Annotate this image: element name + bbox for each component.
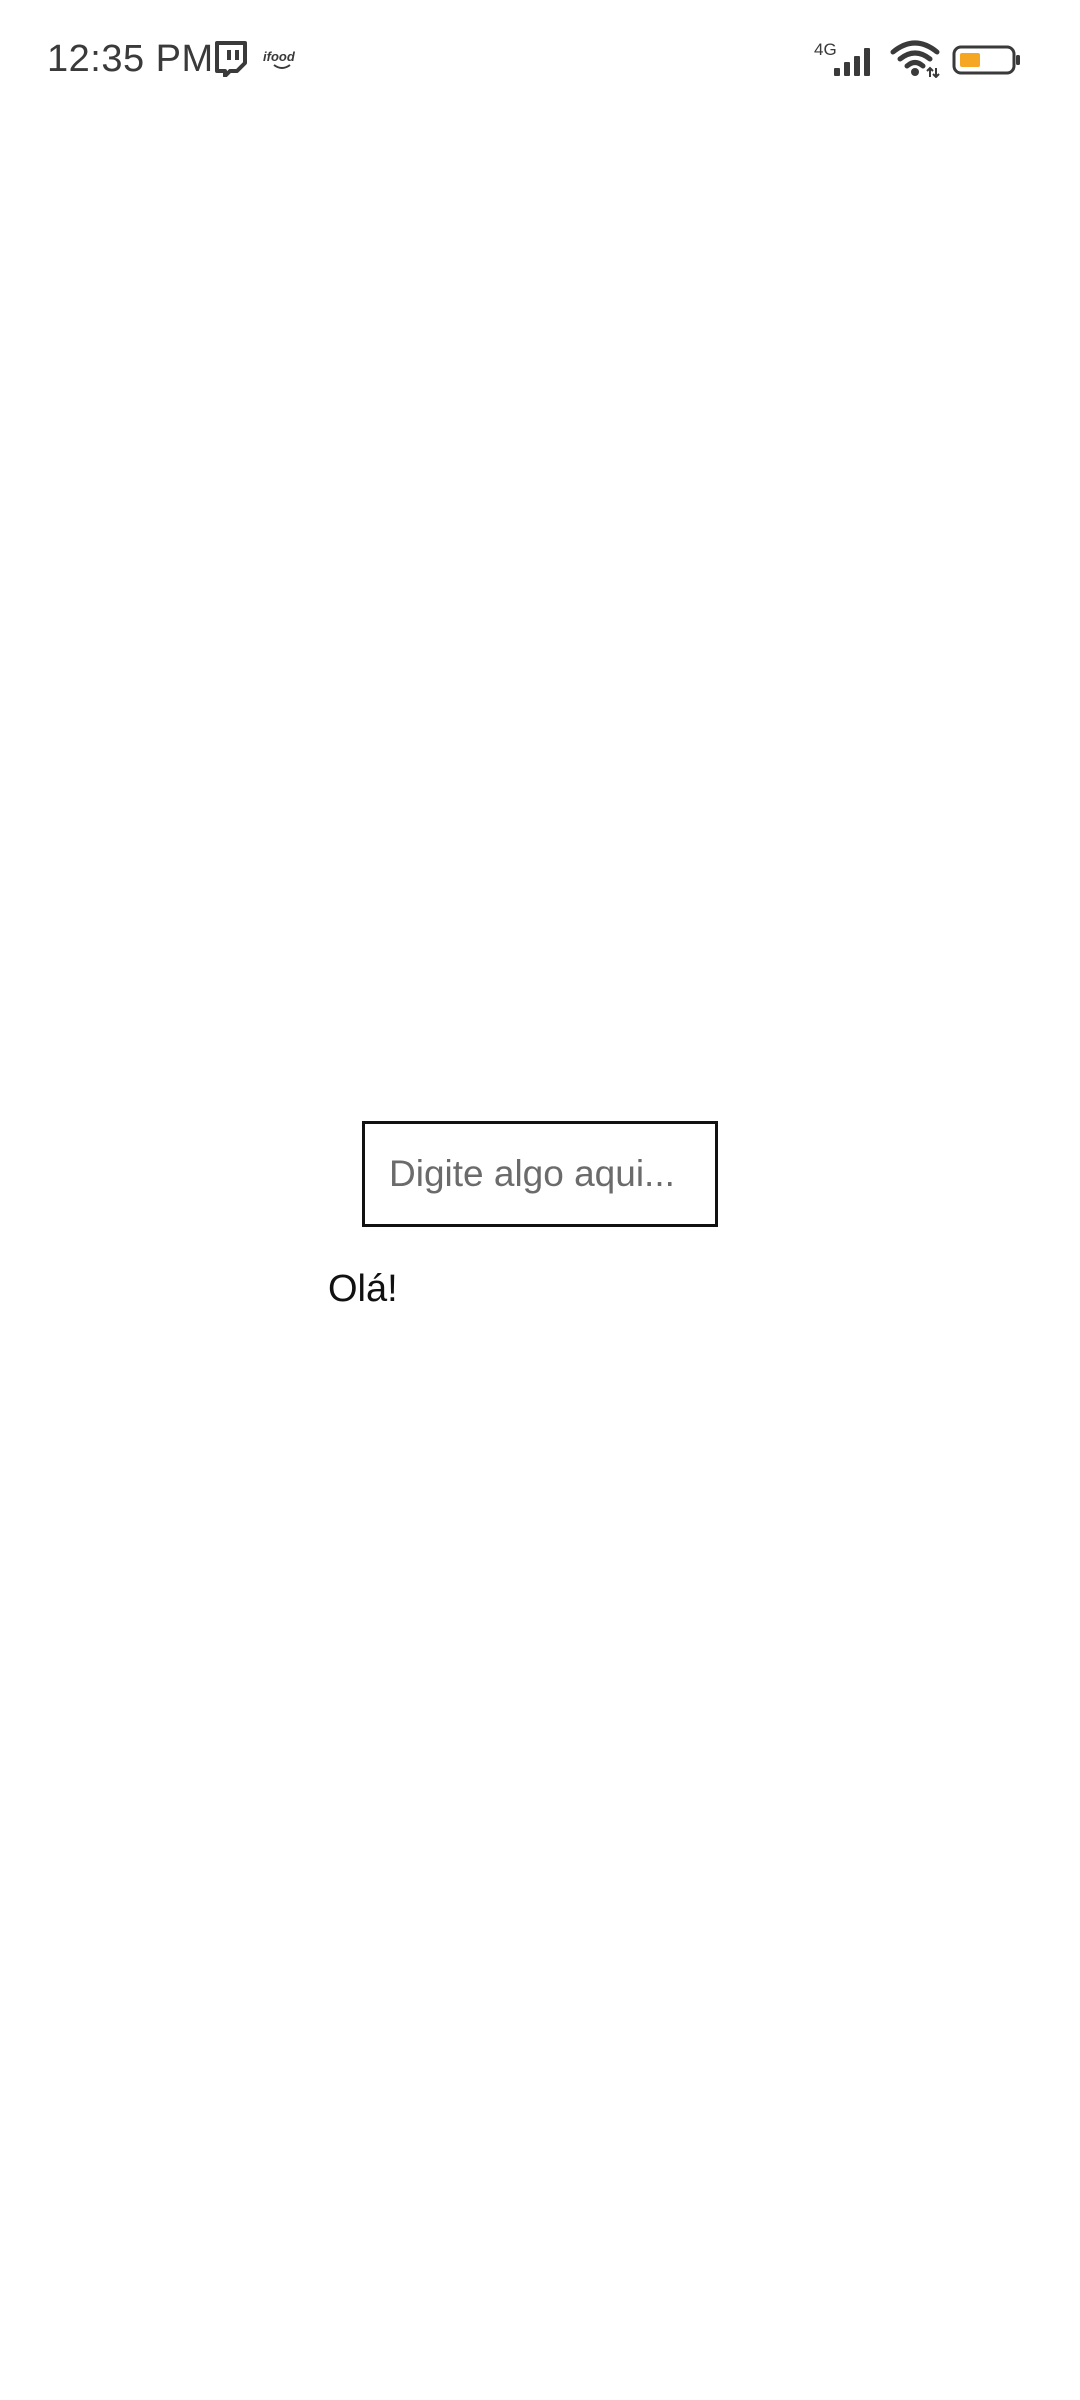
status-time: 12:35 PM: [47, 38, 214, 80]
twitch-icon: [215, 41, 247, 77]
signal-icon: [834, 48, 870, 76]
battery-level-fill: [960, 53, 980, 67]
svg-text:ifood: ifood: [263, 49, 296, 64]
ifood-icon: ifood: [263, 49, 296, 69]
greeting-text: Olá!: [328, 1268, 398, 1310]
status-bar: 12:35 PM ifood 4G: [0, 0, 1080, 120]
wifi-icon: [890, 40, 940, 78]
battery-icon: [952, 45, 1020, 75]
text-input[interactable]: [362, 1121, 718, 1227]
